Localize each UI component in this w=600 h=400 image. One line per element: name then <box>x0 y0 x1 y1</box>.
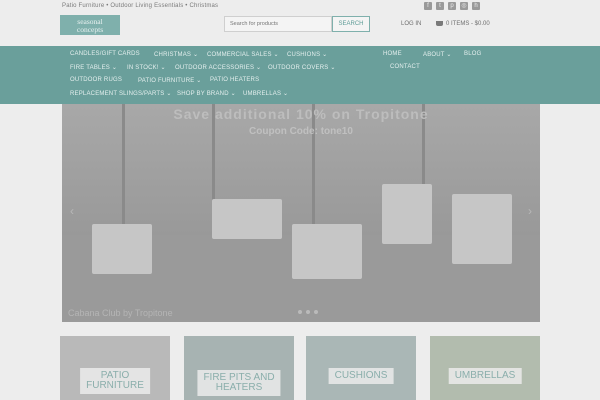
search-button[interactable]: SEARCH <box>332 16 370 32</box>
houzz-icon[interactable]: h <box>472 2 480 10</box>
top-bar: Patio Furniture • Outdoor Living Essenti… <box>0 0 600 46</box>
promo-headline: Save additional 10% on Tropitone <box>173 106 429 122</box>
tagline: Patio Furniture • Outdoor Living Essenti… <box>62 3 219 9</box>
nav-outdoor-covers[interactable]: OUTDOOR COVERS ⌄ <box>268 64 336 71</box>
category-tile-umbrellas[interactable]: UMBRELLAS <box>430 336 540 400</box>
window-frame <box>312 104 315 235</box>
nav-replacement-slings[interactable]: REPLACEMENT SLINGS/PARTS ⌄ <box>70 90 172 97</box>
hero-caption: Cabana Club by Tropitone <box>68 308 173 318</box>
search-input[interactable] <box>224 16 332 32</box>
slider-dot[interactable] <box>314 310 318 314</box>
main-nav: CANDLES/GIFT CARDS CHRISTMAS ⌄ COMMERCIA… <box>0 46 600 104</box>
lounge-chair <box>382 184 432 244</box>
twitter-icon[interactable]: t <box>436 2 444 10</box>
nav-shop-by-brand[interactable]: SHOP BY BRAND ⌄ <box>177 90 236 97</box>
social-links: f t p ◎ h <box>424 2 480 10</box>
cart-summary: 0 ITEMS - $0.00 <box>446 21 490 28</box>
instagram-icon[interactable]: ◎ <box>460 2 468 10</box>
site-logo[interactable]: seasonal concepts <box>60 15 120 35</box>
lounge-chair <box>292 224 362 279</box>
logo-text-2: concepts <box>76 24 104 34</box>
cart-icon <box>436 21 443 26</box>
tile-label: CUSHIONS <box>328 368 394 384</box>
nav-patio-heaters[interactable]: PATIO HEATERS <box>210 77 259 83</box>
next-arrow-icon[interactable]: › <box>528 204 532 218</box>
nav-fire-tables[interactable]: FIRE TABLES ⌄ <box>70 64 117 71</box>
tile-label: UMBRELLAS <box>448 368 522 384</box>
lounge-chair <box>452 194 512 264</box>
tile-label: PATIO FURNITURE <box>80 368 150 394</box>
nav-patio-furniture[interactable]: PATIO FURNITURE ⌄ <box>138 77 202 84</box>
nav-home[interactable]: HOME <box>383 51 402 57</box>
nav-outdoor-rugs[interactable]: OUTDOOR RUGS <box>70 77 122 83</box>
slider-dot[interactable] <box>298 310 302 314</box>
tile-label: FIRE PITS AND HEATERS <box>197 370 281 396</box>
lounge-chair <box>92 224 152 274</box>
category-tile-cushions[interactable]: CUSHIONS <box>306 336 416 400</box>
nav-candles[interactable]: CANDLES/GIFT CARDS <box>70 51 140 57</box>
login-link[interactable]: LOG IN <box>401 21 421 27</box>
prev-arrow-icon[interactable]: ‹ <box>70 204 74 218</box>
nav-contact[interactable]: CONTACT <box>390 64 420 70</box>
slider-dots <box>298 310 318 314</box>
cart-link[interactable]: 0 ITEMS - $0.00 <box>436 21 490 27</box>
facebook-icon[interactable]: f <box>424 2 432 10</box>
nav-in-stock[interactable]: IN STOCK! ⌄ <box>127 64 166 71</box>
promo-coupon: Coupon Code: tone10 <box>249 126 353 137</box>
nav-commercial-sales[interactable]: COMMERCIAL SALES ⌄ <box>207 51 279 58</box>
slider-dot[interactable] <box>306 310 310 314</box>
nav-about[interactable]: ABOUT ⌄ <box>423 51 452 58</box>
window-frame <box>122 104 125 235</box>
nav-cushions[interactable]: CUSHIONS ⌄ <box>287 51 327 58</box>
pinterest-icon[interactable]: p <box>448 2 456 10</box>
dining-table <box>212 199 282 239</box>
nav-blog[interactable]: BLOG <box>464 51 481 57</box>
nav-christmas[interactable]: CHRISTMAS ⌄ <box>154 51 198 58</box>
nav-umbrellas[interactable]: UMBRELLAS ⌄ <box>243 90 288 97</box>
nav-outdoor-accessories[interactable]: OUTDOOR ACCESSORIES ⌄ <box>175 64 261 71</box>
category-tile-patio-furniture[interactable]: PATIO FURNITURE <box>60 336 170 400</box>
hero-banner[interactable]: Save additional 10% on Tropitone Coupon … <box>62 104 540 322</box>
category-tile-fire-pits[interactable]: FIRE PITS AND HEATERS <box>184 336 294 400</box>
